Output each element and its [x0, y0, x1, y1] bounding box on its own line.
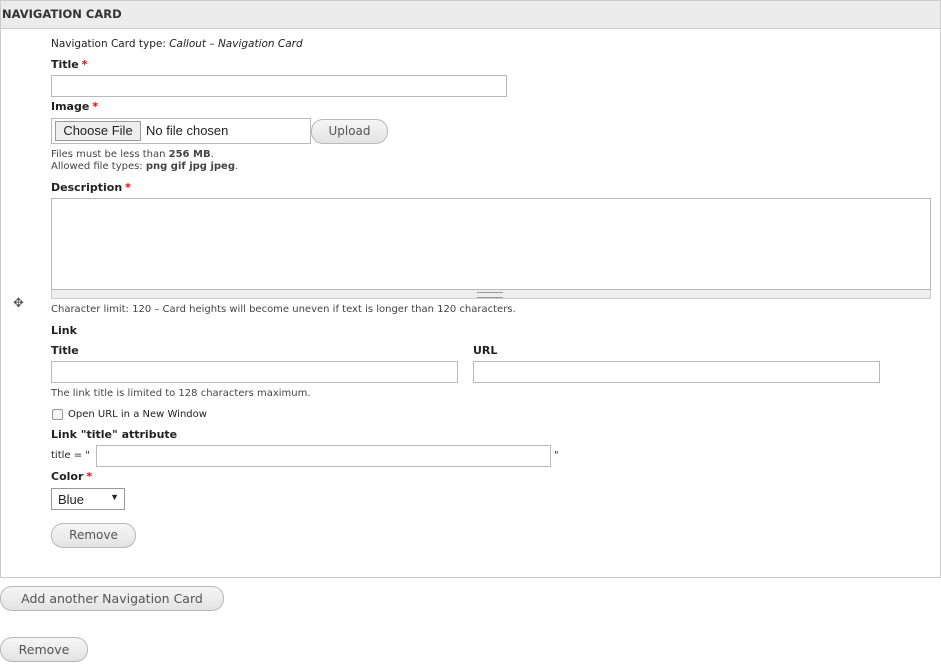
required-marker: * [125, 181, 131, 194]
link-title-help: The link title is limited to 128 charact… [51, 388, 311, 399]
file-size-help: Files must be less than 256 MB. [51, 149, 214, 160]
file-size-value: 256 MB [168, 149, 211, 160]
description-label-wrap: Description * [51, 181, 131, 194]
description-label: Description [51, 181, 123, 194]
grip-icon [477, 292, 503, 298]
upload-button[interactable]: Upload [311, 119, 388, 144]
panel-title: NAVIGATION CARD [1, 1, 940, 29]
card-type-value: Callout – Navigation Card [169, 38, 303, 50]
required-marker: * [81, 58, 88, 71]
navigation-card-panel: NAVIGATION CARD ✥ Navigation Card type: … [0, 0, 941, 578]
description-help: Character limit: 120 – Card heights will… [51, 304, 516, 315]
file-types-help: Allowed file types: png gif jpg jpeg. [51, 161, 238, 172]
description-textarea[interactable] [51, 198, 931, 290]
title-input[interactable] [51, 75, 507, 97]
remove-button[interactable]: Remove [0, 637, 88, 662]
color-label: Color [51, 470, 84, 483]
required-marker: * [92, 100, 99, 113]
link-url-label: URL [473, 344, 498, 357]
file-types-suffix: . [234, 161, 239, 172]
color-select[interactable]: Blue ▼ [51, 488, 125, 510]
title-attr-prefix: title = " [51, 450, 90, 461]
new-window-label[interactable]: Open URL in a New Window [68, 409, 207, 420]
file-status: No file chosen [146, 123, 229, 138]
color-label-wrap: Color * [51, 470, 92, 483]
file-types-value: png gif jpg jpeg [145, 161, 235, 172]
link-attr-heading: Link "title" attribute [51, 428, 178, 441]
card-type-label: Navigation Card type: [51, 38, 166, 50]
add-another-card-button[interactable]: Add another Navigation Card [0, 586, 224, 611]
image-label-wrap: Image * [51, 100, 98, 113]
file-size-prefix: Files must be less than [51, 149, 166, 160]
textarea-resize-handle[interactable] [51, 290, 931, 299]
file-types-prefix: Allowed file types: [51, 161, 143, 172]
image-label: Image [51, 100, 90, 113]
color-select-value: Blue [58, 492, 85, 507]
drag-handle-icon[interactable]: ✥ [12, 297, 25, 310]
title-attr-input[interactable] [96, 445, 551, 467]
triangle-down-icon: ▼ [110, 492, 119, 502]
link-heading: Link [51, 324, 77, 337]
required-marker: * [86, 470, 93, 483]
link-title-input[interactable] [51, 361, 458, 383]
file-size-suffix: . [210, 149, 214, 160]
title-label: Title [51, 58, 79, 71]
card-type-line: Navigation Card type: Callout – Navigati… [51, 38, 303, 50]
link-title-label: Title [51, 344, 79, 357]
title-label-wrap: Title * [51, 58, 88, 71]
file-input[interactable]: Choose File No file chosen [51, 118, 311, 144]
new-window-checkbox[interactable] [52, 409, 63, 420]
title-attr-suffix: " [554, 450, 559, 461]
choose-file-button[interactable]: Choose File [55, 121, 141, 141]
link-url-input[interactable] [473, 361, 880, 383]
remove-card-button[interactable]: Remove [51, 523, 136, 548]
